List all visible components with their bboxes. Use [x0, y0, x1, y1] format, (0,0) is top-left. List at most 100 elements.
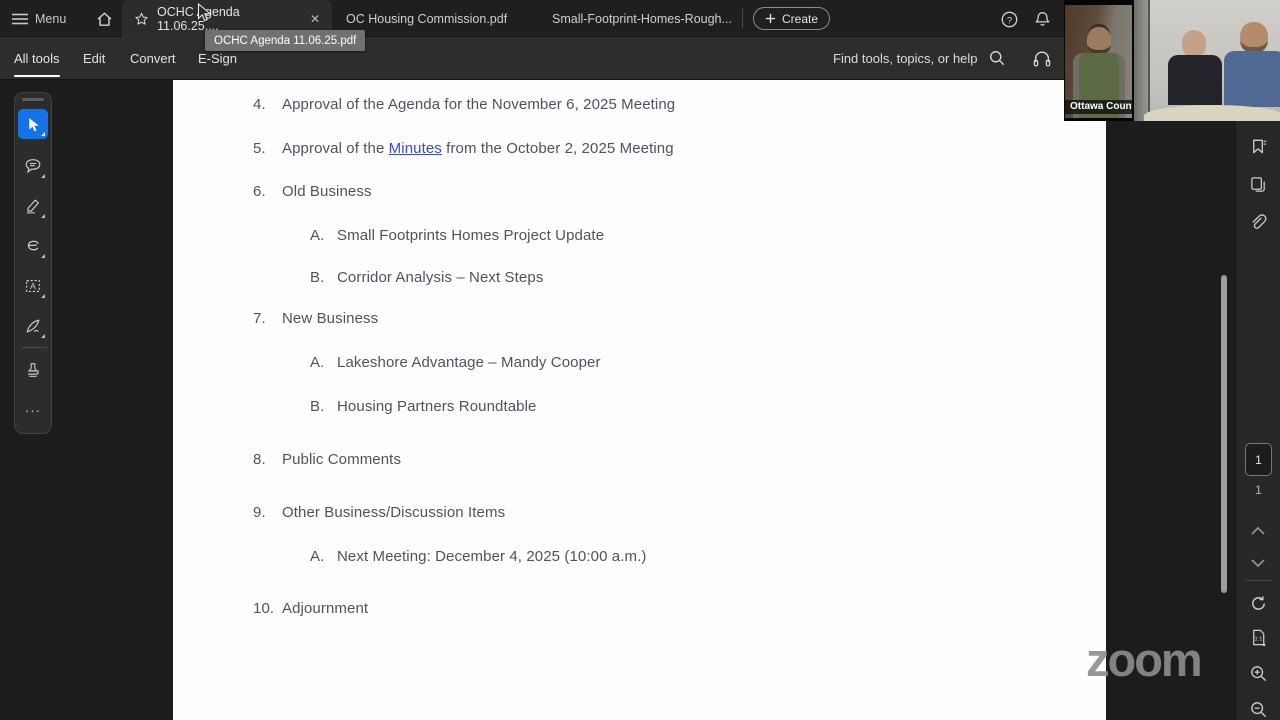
page-thumbnail-1[interactable]: 1: [1245, 443, 1272, 476]
tab-small-footprint-homes[interactable]: Small-Footprint-Homes-Rough...: [540, 0, 744, 37]
next-page-button[interactable]: [1247, 552, 1269, 574]
tab-label: Small-Footprint-Homes-Rough...: [552, 11, 732, 26]
agenda-item-6a: A. Small Footprints Homes Project Update: [173, 227, 1106, 247]
fill-sign-tool-button[interactable]: [18, 311, 48, 341]
video-feed-room: [1134, 0, 1280, 121]
plus-icon: [765, 13, 776, 24]
create-button[interactable]: Create: [753, 7, 831, 30]
item-text: New Business: [282, 310, 379, 327]
mouse-cursor: [197, 3, 212, 23]
find-tools-search[interactable]: Find tools, topics, or help: [833, 37, 1052, 79]
fill-sign-pen-icon: [26, 319, 40, 333]
tab-close-icon[interactable]: ✕: [310, 12, 320, 26]
item-text-post: from the October 2, 2025 Meeting: [441, 140, 674, 157]
menu-button[interactable]: Menu: [12, 7, 66, 31]
item-number: 6.: [253, 183, 266, 200]
refresh-button[interactable]: [1247, 592, 1269, 614]
select-text-tool-button[interactable]: A: [18, 271, 48, 301]
item-text-pre: Approval of the: [282, 140, 389, 157]
participant-head: [1182, 30, 1206, 57]
esign-label: E-Sign: [198, 50, 238, 66]
item-number: B.: [310, 269, 325, 286]
video-feed-ottawa-county: Ottawa County: [1065, 5, 1132, 118]
rail-divider: [1245, 580, 1272, 581]
participant-head: [1087, 27, 1111, 55]
participant-head: [1240, 22, 1268, 53]
attachments-button[interactable]: [1247, 211, 1269, 233]
page-thumbnails-button[interactable]: [1247, 173, 1269, 195]
pdf-page: 4. Approval of the Agenda for the Novembe…: [173, 80, 1106, 720]
find-tools-label: Find tools, topics, or help: [833, 50, 978, 66]
tab-all-tools[interactable]: All tools: [14, 37, 60, 79]
tab-label: OCHC Agenda 11.06.25....: [157, 4, 240, 33]
item-text: Public Comments: [282, 451, 402, 468]
svg-text:A: A: [30, 281, 36, 291]
item-number: A.: [310, 548, 325, 565]
actual-size-icon: 1:1: [1252, 629, 1265, 646]
acrobat-window: Menu OCHC Agenda 11.06.25.... ✕ OC Housi…: [0, 0, 1280, 720]
add-comment-tool-button[interactable]: [18, 151, 48, 181]
tab-convert[interactable]: Convert: [130, 37, 176, 79]
zoom-watermark: zoom: [1086, 633, 1203, 686]
item-text: Housing Partners Roundtable: [337, 398, 537, 415]
agenda-item-9: 9. Other Business/Discussion Items: [173, 504, 1106, 524]
home-icon: [97, 12, 111, 26]
panel-drag-handle[interactable]: [22, 98, 44, 101]
agenda-item-7a: A. Lakeshore Advantage – Mandy Cooper: [173, 354, 1106, 374]
select-tool-button[interactable]: [18, 109, 48, 139]
page-thumbnail-number: 1: [1255, 452, 1262, 467]
tab-edit[interactable]: Edit: [83, 37, 105, 79]
text-box-icon: A: [26, 280, 40, 292]
home-button[interactable]: [93, 8, 115, 30]
pages-icon: [1250, 176, 1265, 192]
item-text: Next Meeting: December 4, 2025 (10:00 a.…: [337, 548, 647, 565]
headphones-icon[interactable]: [1032, 49, 1052, 68]
vertical-scrollbar-thumb[interactable]: [1221, 275, 1227, 593]
item-text: Corridor Analysis – Next Steps: [337, 269, 544, 286]
zoom-out-icon: [1250, 701, 1266, 717]
zoom-video-overlay: Ottawa County: [1064, 0, 1280, 121]
notifications-button[interactable]: [1031, 8, 1053, 30]
item-text: Small Footprints Homes Project Update: [337, 227, 605, 244]
tab-tooltip: OCHC Agenda 11.06.25.pdf: [205, 30, 366, 51]
tools-divider: [21, 347, 47, 348]
previous-page-button[interactable]: [1247, 520, 1269, 542]
agenda-item-7: 7. New Business: [173, 310, 1106, 330]
ellipsis-icon: ···: [25, 402, 41, 418]
item-number: A.: [310, 354, 325, 371]
agenda-item-10: 10. Adjournment: [173, 600, 1106, 620]
convert-label: Convert: [130, 50, 176, 66]
all-tools-label: All tools: [14, 50, 60, 66]
agenda-item-8: 8. Public Comments: [173, 451, 1106, 471]
page-number-label: 1: [1255, 483, 1262, 497]
item-text: Other Business/Discussion Items: [282, 504, 506, 521]
item-number: 8.: [253, 451, 266, 468]
highlighter-icon: [26, 199, 39, 214]
draw-tool-button[interactable]: [18, 231, 48, 261]
item-text: Old Business: [282, 183, 372, 200]
minutes-link[interactable]: Minutes: [389, 140, 442, 157]
search-icon: [989, 51, 1004, 66]
more-tools-button[interactable]: ···: [18, 395, 48, 425]
participant-name-label: Ottawa County: [1065, 100, 1132, 114]
participant-body: [1168, 55, 1222, 105]
bookmarks-button[interactable]: [1247, 135, 1269, 157]
zoom-out-button[interactable]: [1247, 698, 1269, 720]
svg-text:1:1: 1:1: [1254, 636, 1262, 642]
item-number: A.: [310, 227, 325, 244]
tab-divider: [742, 9, 743, 28]
chevron-up-icon: [1251, 526, 1265, 535]
agenda-item-6b: B. Corridor Analysis – Next Steps: [173, 269, 1106, 289]
edit-label: Edit: [83, 50, 106, 66]
bell-icon: [1035, 11, 1049, 26]
refresh-icon: [1251, 595, 1265, 610]
participant-body: [1224, 51, 1280, 107]
zoom-in-button[interactable]: [1247, 662, 1269, 684]
help-button[interactable]: ?: [998, 8, 1020, 30]
highlight-tool-button[interactable]: [18, 191, 48, 221]
quick-tools-panel: A ···: [14, 92, 52, 434]
agenda-item-4: 4. Approval of the Agenda for the Novembe…: [173, 96, 1106, 116]
stamp-tool-button[interactable]: [18, 355, 48, 385]
actual-size-button[interactable]: 1:1: [1247, 626, 1269, 648]
right-rail: 1 1 1:1: [1235, 80, 1280, 720]
